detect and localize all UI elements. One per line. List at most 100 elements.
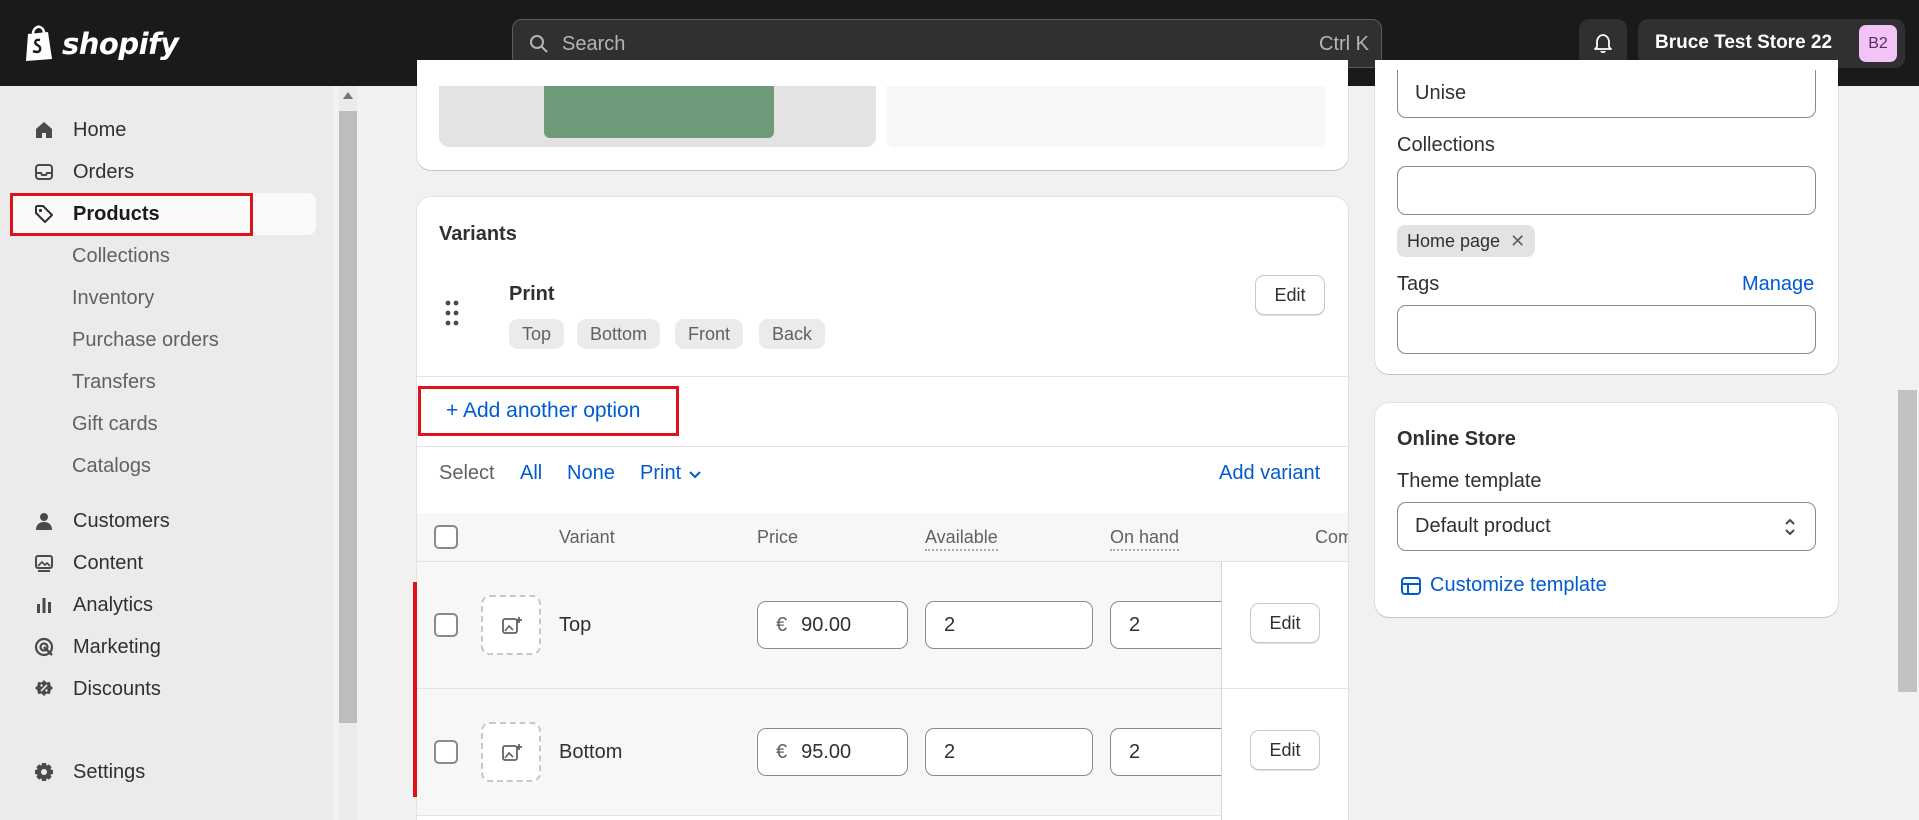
sidebar-item-discounts[interactable]: Discounts: [12, 668, 316, 710]
price-value: 90.00: [801, 614, 852, 636]
table-row[interactable]: Top €90.00 2 2: [417, 562, 1348, 689]
bell-icon: [1594, 34, 1612, 54]
select-by-print-dropdown[interactable]: Print: [640, 462, 703, 485]
sidebar-scrollbar[interactable]: [339, 86, 357, 820]
chevron-down-icon: [689, 471, 701, 479]
row-checkbox[interactable]: [434, 740, 458, 764]
manage-tags-link[interactable]: Manage: [1742, 273, 1814, 296]
rows-highlight-bar: [413, 582, 417, 797]
page-scroll-thumb[interactable]: [1898, 390, 1917, 692]
add-variant-image[interactable]: [481, 595, 541, 655]
sidebar-subitem-collections[interactable]: Collections: [72, 245, 170, 268]
row-checkbox[interactable]: [434, 613, 458, 637]
edit-option-button[interactable]: Edit: [1255, 275, 1325, 315]
image-add-icon: [502, 617, 522, 634]
collection-chip: Home page ✕: [1397, 225, 1536, 257]
available-input[interactable]: 2: [925, 601, 1093, 649]
currency-symbol: €: [776, 614, 788, 636]
store-name: Bruce Test Store 22: [1655, 32, 1833, 53]
column-header-available: Available: [925, 527, 998, 551]
price-input[interactable]: €90.00: [757, 601, 908, 649]
select-arrows-icon: [1785, 518, 1795, 536]
collections-label: Collections: [1397, 134, 1495, 156]
scroll-up-arrow-icon[interactable]: [343, 92, 353, 99]
theme-template-value: Default product: [1415, 515, 1551, 537]
currency-symbol: €: [776, 741, 788, 763]
sidebar-item-label: Orders: [73, 160, 135, 183]
customize-template-link[interactable]: Customize template: [1400, 574, 1607, 597]
on-hand-input[interactable]: 2: [1110, 728, 1230, 776]
page-scrollbar[interactable]: [1896, 86, 1919, 820]
search-shortcut: Ctrl K: [1319, 33, 1369, 55]
sidebar-item-label: Home: [73, 118, 127, 141]
sidebar-subitem-catalogs[interactable]: Catalogs: [72, 455, 151, 478]
variants-table-header: Variant Price Available On hand Com: [417, 513, 1348, 562]
add-variant-link[interactable]: Add variant: [1219, 462, 1320, 485]
option-name: Print: [509, 283, 555, 305]
store-avatar: B2: [1859, 25, 1897, 62]
edit-variant-button[interactable]: Edit: [1250, 603, 1320, 643]
search-placeholder: Search: [562, 33, 626, 55]
sidebar-item-analytics[interactable]: Analytics: [12, 584, 316, 626]
target-icon: [32, 635, 56, 659]
gear-icon: [32, 760, 56, 784]
select-by-label: Print: [640, 462, 682, 484]
media-placeholder: [886, 86, 1326, 147]
image-icon: [32, 551, 56, 575]
customize-template-label: Customize template: [1430, 574, 1607, 596]
select-label: Select: [439, 462, 495, 484]
column-header-on-hand: On hand: [1110, 527, 1180, 551]
bar-chart-icon: [32, 593, 56, 617]
column-header-price: Price: [757, 527, 799, 547]
sidebar-subitem-transfers[interactable]: Transfers: [72, 371, 156, 394]
sidebar-item-label: Discounts: [73, 677, 161, 700]
theme-template-label: Theme template: [1397, 470, 1542, 492]
on-hand-input[interactable]: 2: [1110, 601, 1230, 649]
drag-handle-icon[interactable]: [445, 300, 459, 326]
tags-input[interactable]: [1397, 305, 1816, 354]
sidebar-scroll-thumb[interactable]: [339, 111, 357, 723]
add-variant-image[interactable]: [481, 722, 541, 782]
select-all-link[interactable]: All: [520, 462, 542, 485]
collection-chip-label: Home page: [1407, 231, 1501, 251]
tags-label: Tags: [1397, 273, 1440, 295]
sidebar-item-marketing[interactable]: Marketing: [12, 626, 316, 668]
divider: [417, 446, 1348, 447]
sidebar-subitem-inventory[interactable]: Inventory: [72, 287, 154, 310]
column-header-variant: Variant: [559, 527, 615, 547]
sidebar-item-orders[interactable]: Orders: [12, 151, 316, 193]
option-value-chip: Bottom: [577, 319, 661, 349]
option-value-chip: Top: [509, 319, 565, 349]
select-all-checkbox[interactable]: [434, 525, 458, 549]
sidebar-subitem-gift-cards[interactable]: Gift cards: [72, 413, 158, 436]
table-row[interactable]: Bottom €95.00 2 2: [417, 689, 1348, 816]
variants-title: Variants: [439, 223, 517, 245]
select-none-link[interactable]: None: [567, 462, 615, 485]
sidebar-item-label: Customers: [73, 509, 170, 532]
collections-input[interactable]: [1397, 166, 1816, 215]
shopify-logo[interactable]: shopify: [22, 25, 179, 63]
sidebar-item-content[interactable]: Content: [12, 542, 316, 584]
available-input[interactable]: 2: [925, 728, 1093, 776]
price-input[interactable]: €95.00: [757, 728, 908, 776]
option-value-chip: Front: [675, 319, 744, 349]
sidebar-item-customers[interactable]: Customers: [12, 500, 316, 542]
sidebar-subitem-purchase-orders[interactable]: Purchase orders: [72, 329, 219, 352]
edit-variant-button[interactable]: Edit: [1250, 730, 1320, 770]
theme-template-select[interactable]: Default product: [1397, 502, 1816, 551]
home-icon: [32, 118, 56, 142]
column-header-committed: Com: [1315, 527, 1348, 547]
type-input[interactable]: Unise: [1397, 70, 1816, 118]
variant-name: Bottom: [559, 741, 623, 763]
divider: [417, 376, 1348, 377]
add-option-highlight-box: [418, 386, 679, 436]
sidebar-item-label: Marketing: [73, 635, 161, 658]
person-icon: [32, 509, 56, 533]
sidebar-item-label: Settings: [73, 760, 146, 783]
sidebar-item-settings[interactable]: Settings: [12, 751, 316, 793]
remove-collection-icon[interactable]: ✕: [1510, 231, 1525, 251]
brand-name: shopify: [62, 27, 179, 61]
product-image-frame[interactable]: [439, 86, 876, 147]
discount-icon: [32, 677, 56, 701]
sidebar-item-home[interactable]: Home: [12, 109, 316, 151]
